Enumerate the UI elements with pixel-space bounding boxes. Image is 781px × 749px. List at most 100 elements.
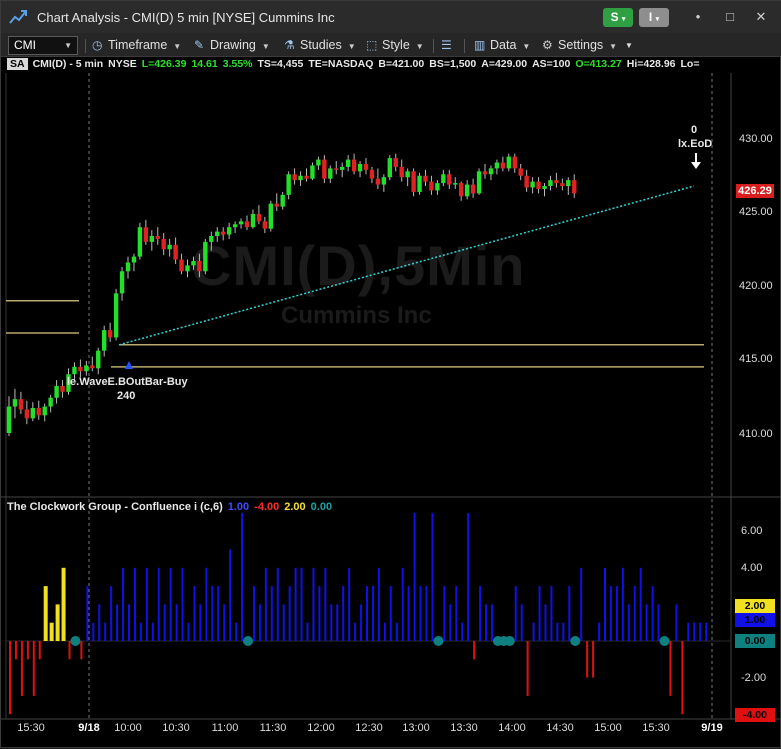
indicator-bar — [633, 586, 636, 641]
indicator-bar — [413, 512, 416, 641]
time-tick: 15:30 — [642, 722, 670, 734]
indicator-bar — [627, 604, 630, 641]
candle-body — [96, 350, 101, 369]
candle-body — [405, 171, 410, 178]
candle-body — [423, 175, 428, 182]
indicator-bar — [133, 567, 136, 641]
indicator-bar — [675, 604, 678, 641]
indicator-bar — [38, 641, 41, 660]
indicator-value-blue: 1.00 — [227, 501, 250, 513]
indicator-bar — [258, 604, 261, 641]
candle-body — [441, 174, 446, 184]
indicator-bar — [294, 567, 297, 641]
candle-body — [113, 293, 119, 338]
candle-body — [84, 365, 89, 372]
candle-body — [137, 227, 143, 257]
indicator-bar — [68, 641, 71, 660]
candle-body — [506, 156, 511, 169]
indicator-tick: 6.00 — [741, 525, 763, 537]
indicator-bar — [312, 567, 315, 641]
indicator-bar — [211, 586, 214, 641]
candle-body — [417, 175, 422, 192]
candle-body — [197, 261, 202, 272]
indicator-bar — [86, 586, 89, 641]
indicator-bar — [443, 586, 446, 641]
indicator-bar — [229, 549, 232, 641]
indicator-badge-blue: 1.00 — [735, 613, 775, 627]
indicator-bar — [609, 586, 612, 641]
candle-body — [316, 159, 321, 166]
indicator-bar — [371, 586, 374, 641]
indicator-bar — [282, 604, 285, 641]
indicator-bar — [330, 604, 333, 641]
candle-body — [185, 265, 190, 272]
indicator-value-red: -4.00 — [254, 501, 280, 513]
indicator-bar — [562, 622, 565, 641]
time-tick: 14:00 — [498, 722, 526, 734]
indicator-bar — [270, 586, 273, 641]
exit-signal-label: lx.EoD — [678, 138, 713, 150]
candle-body — [72, 366, 77, 375]
indicator-bar — [235, 622, 238, 641]
candle-body — [399, 166, 404, 178]
indicator-badge-teal: 0.00 — [735, 634, 775, 648]
indicator-bar — [306, 622, 309, 641]
indicator-bar — [217, 586, 220, 641]
buy-signal-qty: 240 — [117, 390, 136, 402]
candle-body — [107, 330, 113, 338]
candle-body — [340, 166, 345, 170]
indicator-bar — [223, 604, 226, 641]
time-tick: 15:00 — [594, 722, 622, 734]
indicator-zero-dot — [504, 636, 515, 646]
indicator-bar — [514, 586, 517, 641]
candle-body — [518, 168, 523, 176]
candle-body — [250, 213, 256, 228]
indicator-bar — [360, 604, 363, 641]
indicator-bar — [490, 604, 493, 641]
time-tick: 15:30 — [17, 722, 45, 734]
candle-body — [48, 397, 53, 407]
candle-body — [351, 159, 357, 172]
indicator-bar — [520, 604, 523, 641]
indicator-bar — [479, 586, 482, 641]
candle-body — [512, 156, 517, 169]
candle-body — [363, 163, 369, 170]
indicator-bar — [449, 604, 452, 641]
indicator-bar — [366, 586, 368, 641]
time-tick: 14:30 — [546, 722, 574, 734]
candle-body — [36, 408, 41, 416]
chart-window: Chart Analysis - CMI(D) 5 min [NYSE] Cum… — [0, 0, 781, 748]
indicator-bar — [348, 567, 351, 641]
candle-body — [488, 168, 494, 175]
candle-body — [119, 271, 125, 294]
indicator-bar — [14, 641, 17, 660]
indicator-bar — [80, 641, 83, 660]
indicator-bar — [181, 567, 184, 641]
buy-arrow-icon — [125, 361, 133, 369]
indicator-bar — [300, 567, 303, 641]
candle-body — [548, 180, 553, 187]
indicator-zero-dot — [433, 636, 444, 646]
candle-body — [60, 385, 65, 392]
candle-body — [381, 177, 387, 185]
candle-body — [572, 180, 577, 194]
indicator-bar — [92, 622, 95, 641]
indicator-bar — [532, 622, 535, 641]
indicator-bar — [377, 567, 380, 641]
indicator-bar — [485, 604, 487, 641]
indicator-bar — [604, 567, 606, 641]
candle-body — [322, 159, 327, 179]
indicator-bar — [104, 622, 107, 641]
candle-body — [274, 203, 279, 207]
price-chart[interactable] — [1, 1, 781, 749]
candle-body — [298, 175, 303, 181]
candle-body — [459, 183, 464, 197]
candle-body — [536, 181, 541, 189]
indicator-bar — [32, 641, 35, 696]
candle-body — [262, 221, 268, 229]
indicator-bar — [544, 604, 547, 641]
indicator-bar — [419, 586, 422, 641]
indicator-bar — [43, 586, 48, 641]
candle-body — [375, 178, 381, 185]
indicator-bar — [473, 641, 476, 660]
